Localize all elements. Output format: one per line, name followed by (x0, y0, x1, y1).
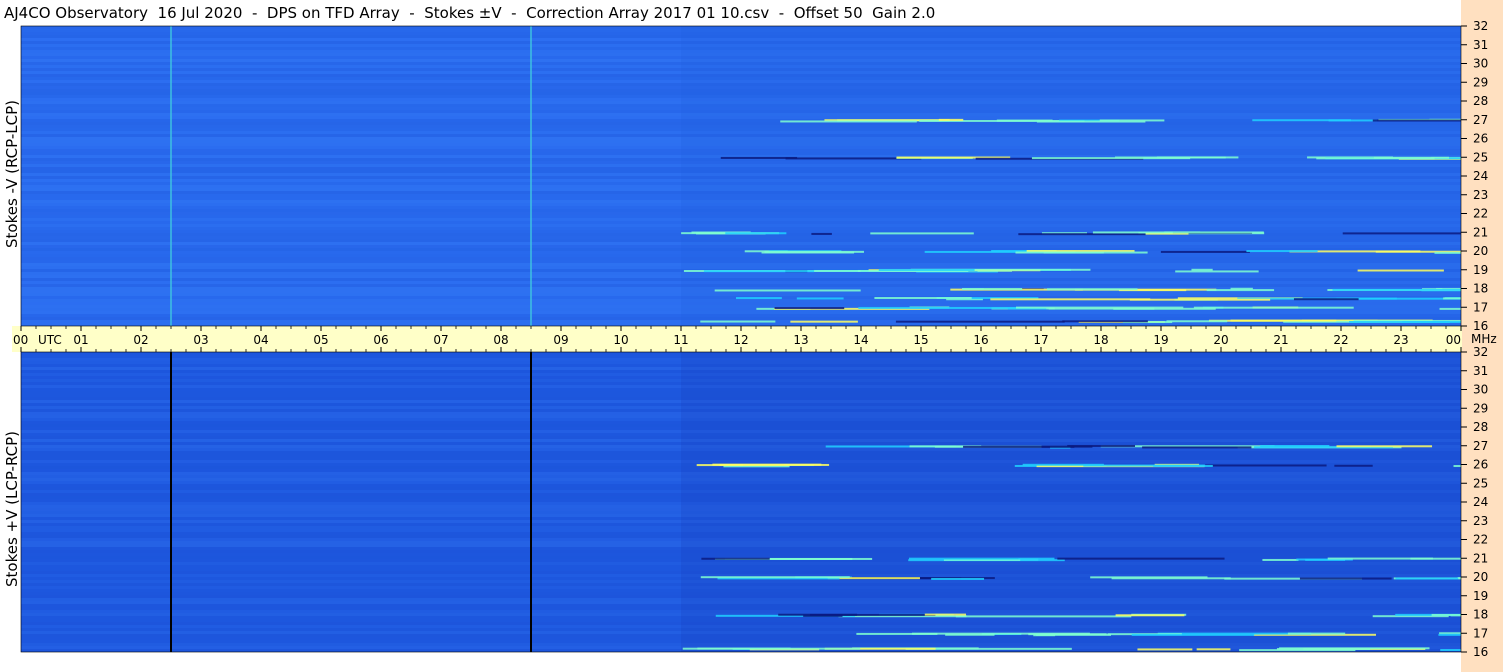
x-tick-label: 06 (373, 333, 388, 347)
panel-border (20, 25, 1462, 327)
y-tick-label: 21 (1473, 225, 1488, 239)
x-tick-label: 16 (973, 333, 988, 347)
y-tick-label: 25 (1473, 150, 1488, 164)
x-tick-label: 03 (193, 333, 208, 347)
y-tick-label: 28 (1473, 94, 1488, 108)
y-tick-label: 23 (1473, 514, 1488, 528)
y-tick-label: 19 (1473, 263, 1488, 277)
y-tick-label: 26 (1473, 458, 1488, 472)
x-tick-label: 00 (13, 333, 28, 347)
y-tick-label: 31 (1473, 38, 1488, 52)
y-tick-label: 24 (1473, 169, 1488, 183)
y-tick-label: 18 (1473, 608, 1488, 622)
x-tick-label: 21 (1273, 333, 1288, 347)
y-tick-label: 24 (1473, 495, 1488, 509)
y-tick-label: 16 (1473, 645, 1488, 659)
y-tick-label: 29 (1473, 401, 1488, 415)
y-tick-label: 32 (1473, 19, 1488, 33)
y-tick-label: 30 (1473, 57, 1488, 71)
y-tick-label: 23 (1473, 188, 1488, 202)
x-tick-label: 01 (73, 333, 88, 347)
x-tick-label: 09 (553, 333, 568, 347)
x-tick-label: 00 (1446, 333, 1461, 347)
y-tick-label: 32 (1473, 345, 1488, 359)
y-tick-label: 20 (1473, 570, 1488, 584)
x-tick-label: 07 (433, 333, 448, 347)
x-tick-label: 12 (733, 333, 748, 347)
y-tick-label: 26 (1473, 132, 1488, 146)
y-tick-label: 22 (1473, 207, 1488, 221)
y-tick-label: 27 (1473, 439, 1488, 453)
x-tick-label: 08 (493, 333, 508, 347)
x-tick-label: 11 (673, 333, 688, 347)
chart-axes: 32 31 30 29 28 27 26 25 24 23 22 21 20 19 18 17 16 32 31 30… (13, 19, 1497, 659)
x-tick-label: 04 (253, 333, 268, 347)
y-tick-label: 27 (1473, 113, 1488, 127)
x-tick-label: 14 (853, 333, 868, 347)
y-tick-label: 22 (1473, 533, 1488, 547)
x-tick-label: 17 (1033, 333, 1048, 347)
x-tick-label: 10 (613, 333, 628, 347)
x-tick-label: 05 (313, 333, 328, 347)
y-tick-label: 29 (1473, 75, 1488, 89)
x-unit-label: UTC (38, 333, 62, 347)
y-tick-label: 31 (1473, 364, 1488, 378)
x-tick-label: 22 (1333, 333, 1348, 347)
x-tick-label: 13 (793, 333, 808, 347)
y-unit-label: MHz (1471, 332, 1497, 346)
y-tick-label: 18 (1473, 282, 1488, 296)
x-tick-label: 02 (133, 333, 148, 347)
y-tick-label: 21 (1473, 551, 1488, 565)
y-tick-label: 17 (1473, 300, 1488, 314)
x-tick-label: 18 (1093, 333, 1108, 347)
y-tick-label: 16 (1473, 319, 1488, 333)
y-tick-label: 28 (1473, 420, 1488, 434)
x-tick-label: 20 (1213, 333, 1228, 347)
y-tick-label: 25 (1473, 476, 1488, 490)
y-tick-label: 20 (1473, 244, 1488, 258)
y-tick-label: 17 (1473, 626, 1488, 640)
x-tick-label: 15 (913, 333, 928, 347)
y-tick-label: 30 (1473, 383, 1488, 397)
x-tick-label: 19 (1153, 333, 1168, 347)
x-tick-label: 23 (1393, 333, 1408, 347)
y-tick-label: 19 (1473, 589, 1488, 603)
panel-border (20, 351, 1462, 653)
